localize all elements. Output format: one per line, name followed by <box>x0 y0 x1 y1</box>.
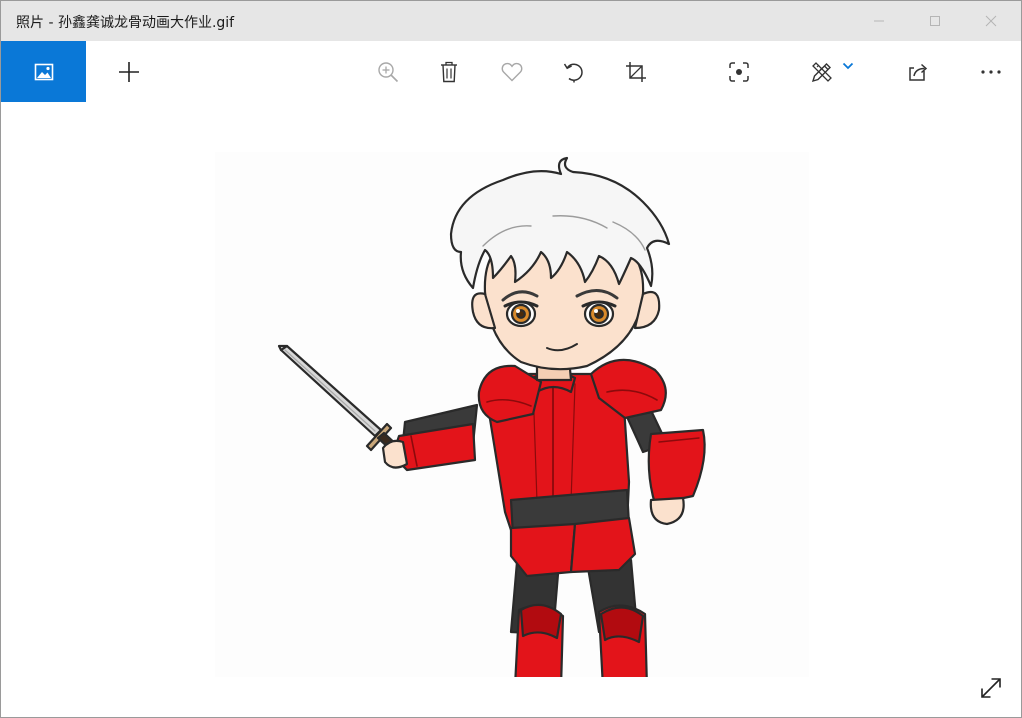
enhance-focus-icon <box>729 61 749 82</box>
knight-character-image <box>277 156 706 690</box>
plus-icon <box>119 61 139 82</box>
maximize-icon <box>930 16 940 26</box>
rotate-button[interactable] <box>546 41 602 102</box>
trash-icon <box>441 61 457 82</box>
crop-icon <box>626 61 646 82</box>
more-button[interactable] <box>963 41 1019 102</box>
zoom-in-icon <box>378 61 399 82</box>
title-bar: 照片 - 孙鑫龚诚龙骨动画大作业.gif <box>1 1 1021 41</box>
rotate-icon <box>563 63 583 82</box>
image-icon <box>34 63 53 80</box>
edit-create-button[interactable] <box>797 41 867 102</box>
photos-app-window: 照片 - 孙鑫龚诚龙骨动画大作业.gif <box>0 0 1022 718</box>
close-button[interactable] <box>963 1 1019 41</box>
expand-icon <box>981 678 1001 698</box>
more-icon <box>981 69 1001 74</box>
favorite-button[interactable] <box>484 41 540 102</box>
heart-icon <box>501 62 523 81</box>
collection-button[interactable] <box>1 41 86 102</box>
chevron-down-icon <box>842 62 854 69</box>
window-title: 照片 - 孙鑫龚诚龙骨动画大作业.gif <box>16 15 235 31</box>
delete-button[interactable] <box>421 41 477 102</box>
close-icon <box>985 15 997 27</box>
enhance-button[interactable] <box>711 41 767 102</box>
displayed-photo <box>215 152 809 690</box>
minimize-icon <box>874 20 884 22</box>
add-button[interactable] <box>101 41 157 102</box>
toolbar <box>1 41 1021 102</box>
maximize-button[interactable] <box>907 1 963 41</box>
fullscreen-button[interactable] <box>971 668 1011 708</box>
crop-button[interactable] <box>608 41 664 102</box>
zoom-button[interactable] <box>360 41 416 102</box>
image-viewer[interactable] <box>1 102 1021 717</box>
share-icon <box>909 63 928 81</box>
edit-create-icon <box>811 61 832 82</box>
minimize-button[interactable] <box>851 1 907 41</box>
share-button[interactable] <box>891 41 947 102</box>
